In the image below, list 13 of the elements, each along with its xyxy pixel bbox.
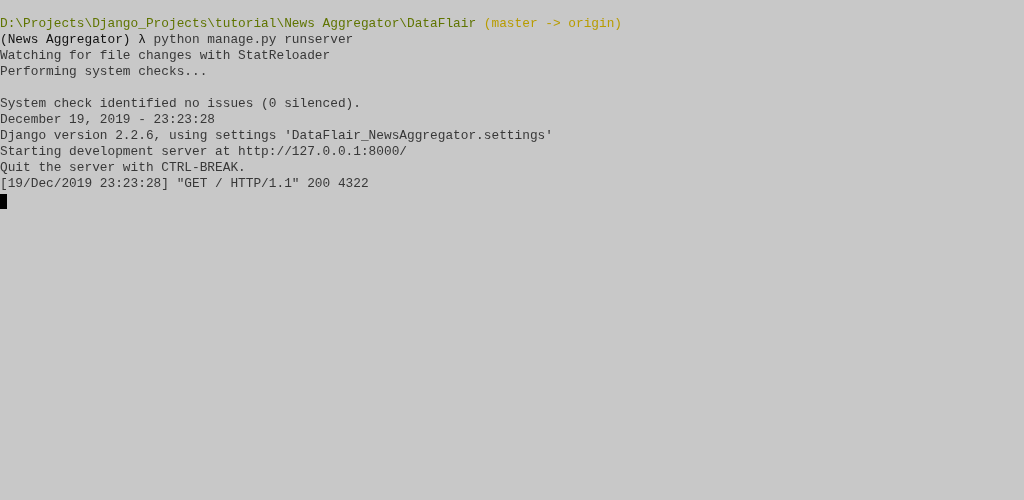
prompt-text: (News Aggregator) λ	[0, 32, 146, 48]
output-text: Watching for file changes with StatReloader	[0, 48, 331, 64]
output-text: Performing system checks...	[0, 64, 208, 80]
output-text: python manage.py runserver	[152, 32, 354, 48]
output-text: Django version 2.2.6, using settings 'DataFlair_NewsAggregator.settings'	[0, 128, 553, 144]
path-text: D:\Projects\Django_Projects\tutorial\News Aggregator\DataFlair	[0, 16, 477, 32]
text-cursor	[0, 194, 7, 209]
output-text: Starting development server at http://127.0.0.1:8000/	[0, 144, 407, 160]
output-text: Quit the server with CTRL-BREAK.	[0, 160, 246, 176]
output-text: [19/Dec/2019 23:23:28] "GET / HTTP/1.1" 200 4322	[0, 176, 369, 192]
output-text: December 19, 2019 - 23:23:28	[0, 112, 216, 128]
branch-text: (master -> origin)	[482, 16, 623, 32]
output-text: System check identified no issues (0 silenced).	[0, 96, 361, 112]
